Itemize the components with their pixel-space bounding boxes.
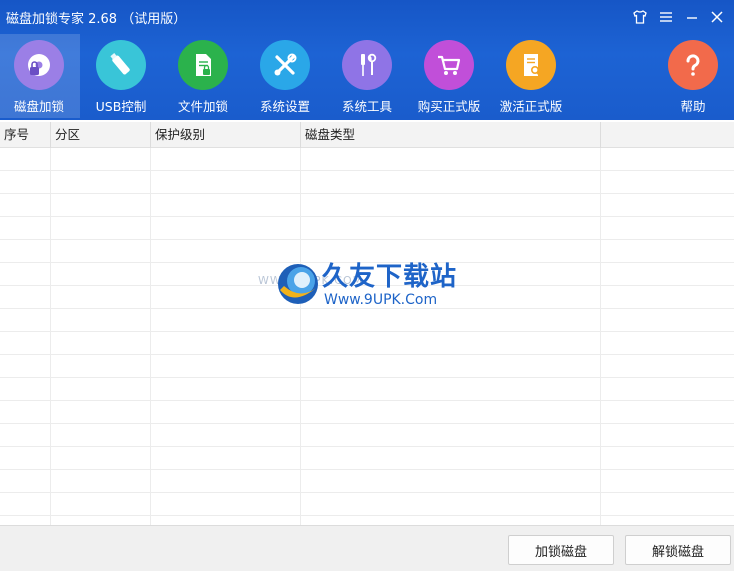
table-row bbox=[0, 332, 734, 355]
table-row bbox=[0, 401, 734, 424]
column-divider bbox=[50, 148, 51, 525]
table-row bbox=[0, 240, 734, 263]
table-header: 序号 分区 保护级别 磁盘类型 bbox=[0, 122, 734, 148]
close-icon[interactable] bbox=[707, 7, 727, 27]
tool-label: 磁盘加锁 bbox=[13, 99, 64, 114]
table-row bbox=[0, 171, 734, 194]
table-row bbox=[0, 286, 734, 309]
toolbar: 磁盘加锁 USB控制 文件加锁 系统设置 系统工具 购买正式版 激活正式版 帮助 bbox=[0, 34, 734, 120]
footer-bar: 加锁磁盘 解锁磁盘 bbox=[0, 525, 734, 571]
table-body bbox=[0, 148, 734, 525]
unlock-disk-button[interactable]: 解锁磁盘 bbox=[625, 535, 731, 565]
tool-label: 购买正式版 bbox=[417, 99, 481, 114]
tool-label: 系统工具 bbox=[341, 99, 392, 114]
help-icon bbox=[668, 40, 718, 90]
column-header-extra bbox=[601, 122, 734, 148]
file-lock-icon bbox=[178, 40, 228, 90]
app-window: 磁盘加锁专家 2.68 （试用版） 磁盘加锁 USB控制 文件加锁 系统设置 系… bbox=[0, 0, 734, 571]
tool-label: 激活正式版 bbox=[499, 99, 563, 114]
table-row bbox=[0, 470, 734, 493]
table-row bbox=[0, 447, 734, 470]
minimize-icon[interactable] bbox=[682, 7, 702, 27]
column-header-protection-level[interactable]: 保护级别 bbox=[151, 122, 301, 148]
column-divider bbox=[600, 148, 601, 525]
tool-activate[interactable]: 激活正式版 bbox=[490, 34, 572, 118]
column-divider bbox=[150, 148, 151, 525]
table-row bbox=[0, 493, 734, 516]
window-title: 磁盘加锁专家 2.68 （试用版） bbox=[6, 12, 187, 27]
tools-icon bbox=[260, 40, 310, 90]
table-row bbox=[0, 355, 734, 378]
tool-help[interactable]: 帮助 bbox=[652, 34, 734, 118]
tool-label: 系统设置 bbox=[259, 99, 310, 114]
disk-lock-icon bbox=[14, 40, 64, 90]
table-row bbox=[0, 148, 734, 171]
tool-system-tools[interactable]: 系统工具 bbox=[326, 34, 408, 118]
cart-icon bbox=[424, 40, 474, 90]
screwdriver-icon bbox=[342, 40, 392, 90]
column-divider bbox=[300, 148, 301, 525]
lock-disk-button[interactable]: 加锁磁盘 bbox=[508, 535, 614, 565]
table-row bbox=[0, 217, 734, 240]
tool-buy[interactable]: 购买正式版 bbox=[408, 34, 490, 118]
table-row bbox=[0, 194, 734, 217]
skin-icon[interactable] bbox=[630, 7, 650, 27]
tool-label: USB控制 bbox=[95, 99, 147, 114]
table-row bbox=[0, 424, 734, 447]
table-row bbox=[0, 516, 734, 525]
table-row bbox=[0, 263, 734, 286]
column-header-partition[interactable]: 分区 bbox=[51, 122, 151, 148]
table-row bbox=[0, 378, 734, 401]
usb-icon bbox=[96, 40, 146, 90]
column-header-disk-type[interactable]: 磁盘类型 bbox=[301, 122, 601, 148]
tool-disk-lock[interactable]: 磁盘加锁 bbox=[0, 34, 80, 118]
activate-icon bbox=[506, 40, 556, 90]
tool-label: 文件加锁 bbox=[177, 99, 228, 114]
title-bar: 磁盘加锁专家 2.68 （试用版） bbox=[0, 0, 734, 34]
header: 磁盘加锁专家 2.68 （试用版） 磁盘加锁 USB控制 文件加锁 系统设置 系… bbox=[0, 0, 734, 120]
tool-label: 帮助 bbox=[680, 99, 706, 114]
column-header-index[interactable]: 序号 bbox=[0, 122, 51, 148]
table-row bbox=[0, 309, 734, 332]
tool-file-lock[interactable]: 文件加锁 bbox=[162, 34, 244, 118]
tool-system-settings[interactable]: 系统设置 bbox=[244, 34, 326, 118]
menu-icon[interactable] bbox=[656, 7, 676, 27]
disk-table: 序号 分区 保护级别 磁盘类型 bbox=[0, 122, 734, 525]
tool-usb-control[interactable]: USB控制 bbox=[80, 34, 162, 118]
